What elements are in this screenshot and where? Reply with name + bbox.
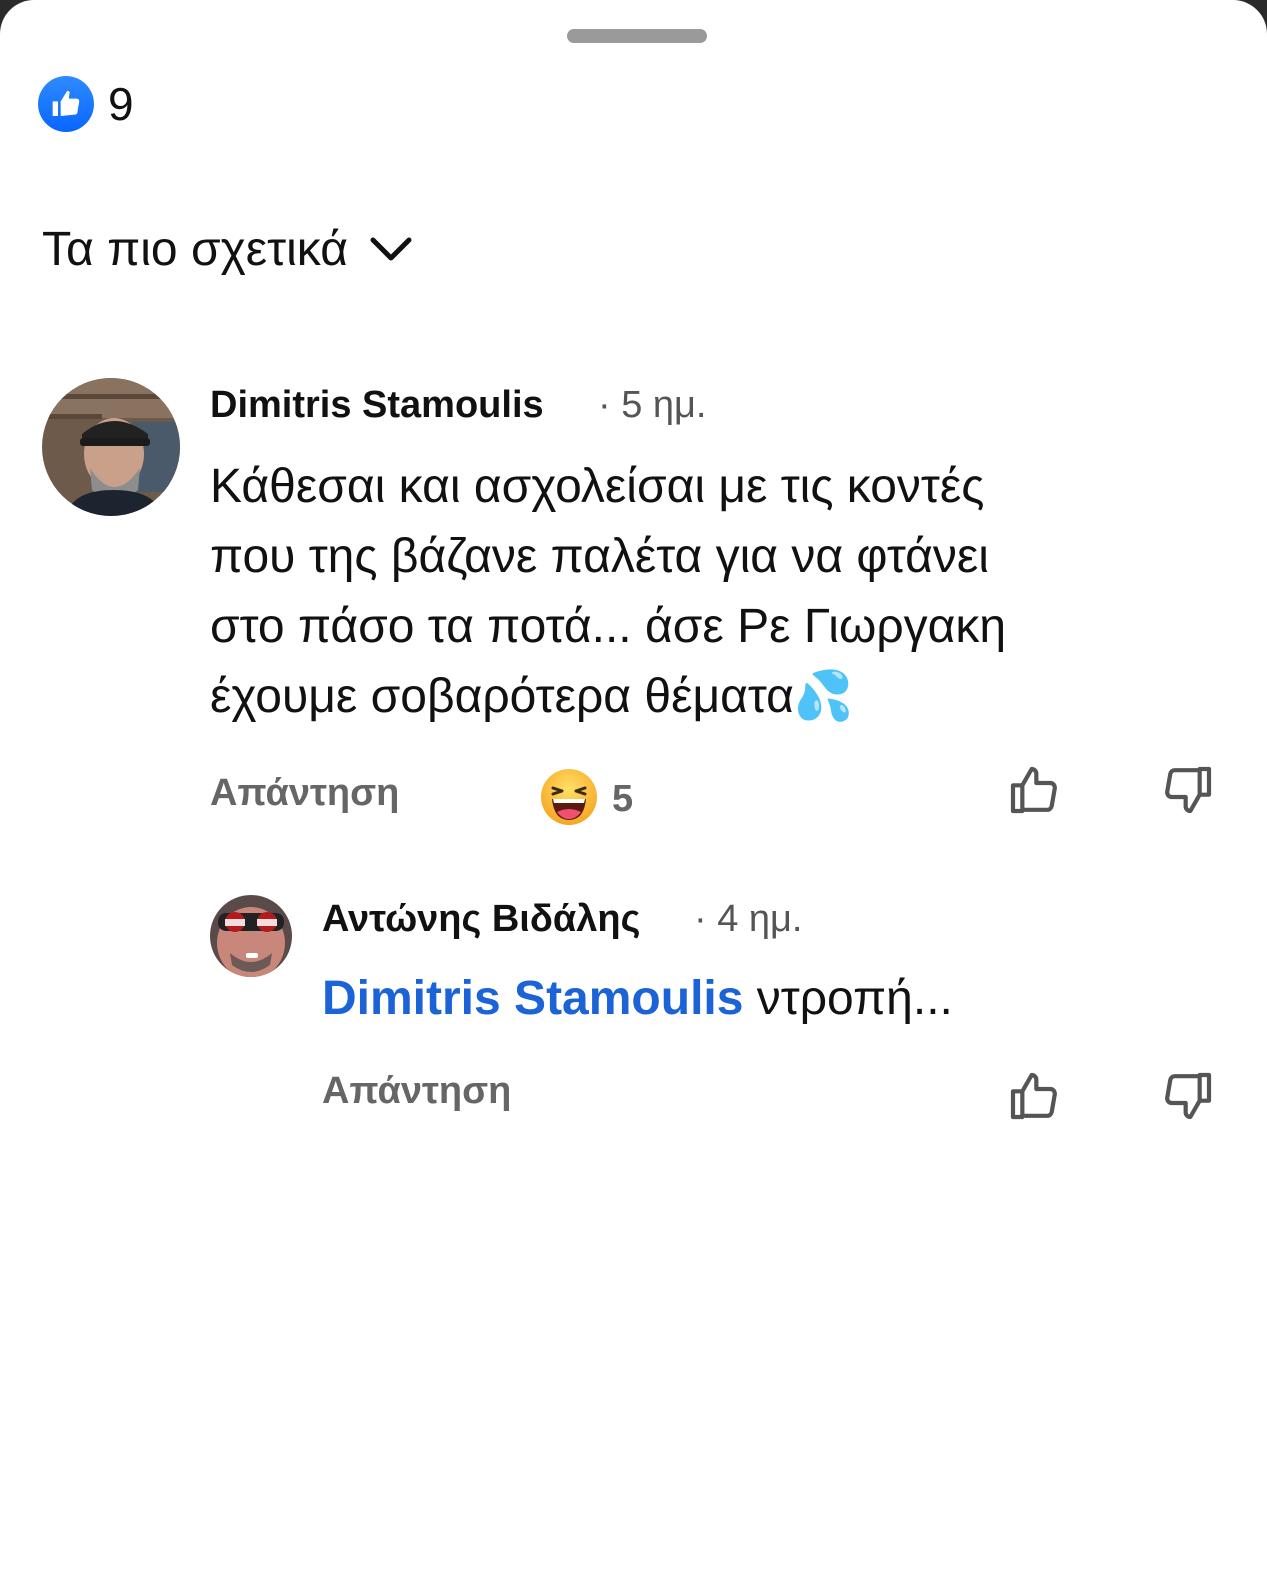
reaction-summary[interactable]: 5 [540,768,633,831]
comment-text: Κάθεσαι και ασχολείσαι με τις κοντές που… [210,452,1220,732]
comment-author[interactable]: Αντώνης Βιδάλης [322,898,640,941]
like-button[interactable] [1004,762,1064,822]
drag-handle[interactable] [567,29,707,43]
avatar[interactable] [42,378,180,516]
comment-timestamp[interactable]: · 4 ημ. [694,898,803,941]
mention-link[interactable]: Dimitris Stamoulis [322,972,743,1025]
reply-button[interactable]: Απάντηση [322,1070,511,1113]
avatar[interactable] [210,895,292,977]
reaction-count: 9 [108,78,134,130]
comment-text: Dimitris Stamoulis ντροπή... [322,964,1222,1034]
comment-text-line: στο πάσο τα ποτά... άσε Ρε Γιωργακη [210,600,1007,653]
reply-button[interactable]: Απάντηση [210,772,399,815]
thumb-up-icon [1006,1068,1062,1129]
chevron-down-icon [368,235,414,265]
comment-author[interactable]: Dimitris Stamoulis [210,384,544,427]
comment-text-line: Κάθεσαι και ασχολείσαι με τις κοντές [210,460,985,513]
comments-sheet: 9 Τα πιο σχετικά Dimitris Stamoulis · 5 … [0,0,1267,1577]
like-thumb-icon [38,76,94,132]
reaction-count: 5 [612,778,634,820]
comment-timestamp[interactable]: · 5 ημ. [598,384,707,427]
sort-label: Τα πιο σχετικά [42,223,348,276]
thumb-down-icon [1160,1068,1216,1129]
reactions-summary[interactable]: 9 [38,76,134,132]
thumb-up-icon [1006,762,1062,823]
sort-dropdown[interactable]: Τα πιο σχετικά [42,222,414,277]
laughing-emoji-icon [540,768,598,831]
comment-text-line: που της βάζανε παλέτα για να φτάνει [210,530,989,583]
thumb-down-icon [1160,762,1216,823]
comment-text-content: ντροπή... [743,972,953,1025]
comment-text-line: έχουμε σοβαρότερα θέματα💦 [210,670,854,723]
dislike-button[interactable] [1158,1068,1218,1128]
dislike-button[interactable] [1158,762,1218,822]
like-button[interactable] [1004,1068,1064,1128]
